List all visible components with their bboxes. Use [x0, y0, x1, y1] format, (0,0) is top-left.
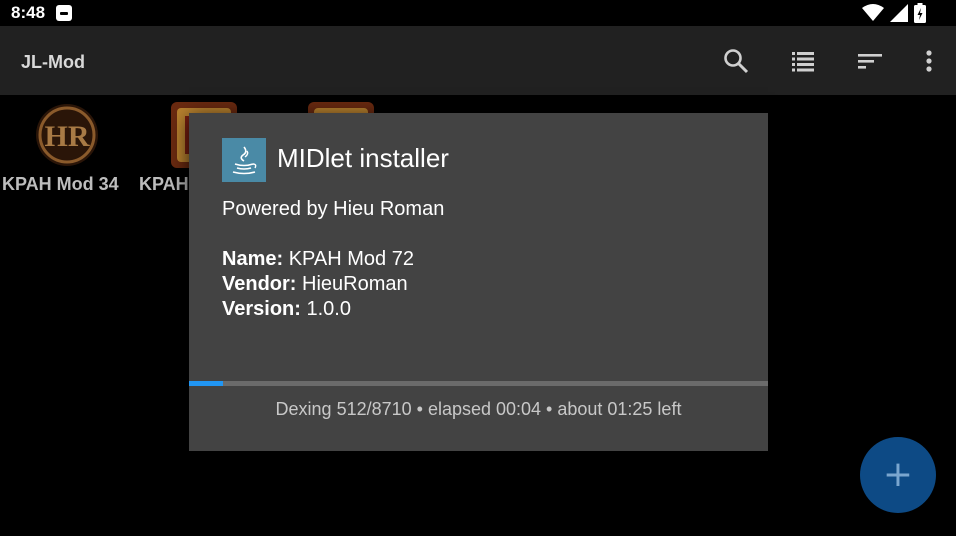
vendor-row: Vendor: HieuRoman — [222, 273, 408, 296]
version-value: 1.0.0 — [300, 298, 351, 320]
status-bar: 8:48 — [0, 0, 956, 26]
progress-status-text: Dexing 512/8710 • elapsed 00:04 • about … — [275, 399, 682, 419]
app-logo-icon: HR — [36, 104, 98, 166]
status-time: 8:48 — [11, 3, 46, 22]
version-row: Version: 1.0.0 — [222, 298, 351, 321]
name-value: KPAH Mod 72 — [283, 248, 414, 270]
progress-bar-fill — [189, 381, 224, 386]
vendor-label: Vendor: — [222, 273, 297, 295]
app-title: JL-Mod — [21, 52, 85, 72]
plus-icon: + — [882, 454, 914, 495]
powered-by-text: Powered by Hieu Roman — [222, 198, 445, 220]
list-view-icon[interactable] — [790, 48, 816, 74]
dialog-title: MIDlet installer — [277, 143, 449, 173]
progress-bar — [189, 381, 768, 386]
midlet-installer-dialog: MIDlet installer Powered by Hieu Roman N… — [189, 113, 768, 451]
wifi-icon — [862, 4, 884, 21]
more-vert-icon[interactable] — [916, 48, 942, 74]
app-bar: JL-Mod — [0, 26, 956, 95]
app-tile[interactable]: HR KPAH Mod 34 — [0, 102, 132, 198]
vendor-value: HieuRoman — [296, 273, 408, 295]
notification-icon — [56, 5, 72, 21]
battery-icon — [914, 3, 926, 23]
name-row: Name: KPAH Mod 72 — [222, 248, 414, 271]
sort-icon[interactable] — [857, 48, 883, 74]
signal-icon — [890, 4, 908, 22]
svg-text:HR: HR — [45, 120, 90, 153]
version-label: Version: — [222, 298, 301, 320]
app-tile-label: KPAH — [139, 174, 189, 194]
search-icon[interactable] — [723, 48, 749, 74]
status-icons — [862, 3, 926, 23]
java-icon — [222, 138, 266, 182]
add-button[interactable]: + — [860, 437, 936, 513]
app-tile-label: KPAH Mod 34 — [2, 174, 119, 194]
name-label: Name: — [222, 248, 284, 270]
